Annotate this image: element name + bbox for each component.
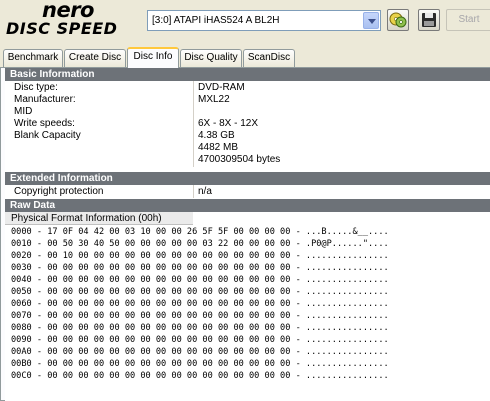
discs-icon	[389, 12, 407, 28]
hex-dump-line: 0050 - 00 00 00 00 00 00 00 00 00 00 00 …	[11, 287, 389, 297]
info-value: 4700309504 bytes	[198, 154, 281, 165]
hex-dump-line: 0030 - 00 00 00 00 00 00 00 00 00 00 00 …	[11, 263, 389, 273]
info-row: Blank Capacity 4.38 GB	[5, 130, 490, 142]
info-key: Blank Capacity	[14, 130, 81, 141]
info-row: Manufacturer: MXL22	[5, 94, 490, 106]
tab-disc-info[interactable]: Disc Info	[127, 47, 179, 68]
start-button[interactable]: Start	[446, 9, 490, 31]
hex-dump-line: 0060 - 00 00 00 00 00 00 00 00 00 00 00 …	[11, 299, 389, 309]
toolbar: nero DISC SPEED [3:0] ATAPI iHAS524 A BL…	[0, 0, 490, 42]
hex-dump-line: 0020 - 00 10 00 00 00 00 00 00 00 00 00 …	[11, 251, 389, 261]
disc-info-grid: Basic Information Disc type: DVD-RAM Man…	[5, 68, 490, 401]
drive-select-value: [3:0] ATAPI iHAS524 A BL2H	[152, 15, 280, 26]
info-row: Disc type: DVD-RAM	[5, 82, 490, 94]
info-key: Manufacturer:	[14, 94, 76, 105]
info-row: Write speeds: 6X - 8X - 12X	[5, 118, 490, 130]
chevron-down-icon[interactable]	[363, 12, 379, 29]
hex-dump-line: 0080 - 00 00 00 00 00 00 00 00 00 00 00 …	[11, 323, 389, 333]
hex-dump-line: 0090 - 00 00 00 00 00 00 00 00 00 00 00 …	[11, 335, 389, 345]
drive-select[interactable]: [3:0] ATAPI iHAS524 A BL2H	[147, 10, 381, 31]
hex-dump-line: 0010 - 00 50 30 40 50 00 00 00 00 00 03 …	[11, 239, 389, 249]
info-value: DVD-RAM	[198, 82, 245, 93]
hex-dump-line: 00A0 - 00 00 00 00 00 00 00 00 00 00 00 …	[11, 347, 389, 357]
info-value: n/a	[198, 186, 212, 197]
floppy-disk-icon	[422, 13, 436, 27]
hex-dump-line: 0000 - 17 0F 04 42 00 03 10 00 00 26 5F …	[11, 227, 389, 237]
info-row: 4700309504 bytes	[5, 154, 490, 166]
info-value: 4.38 GB	[198, 130, 235, 141]
basic-info-header: Basic Information	[5, 68, 490, 81]
tab-create-disc[interactable]: Create Disc	[64, 49, 126, 67]
info-row: MID	[5, 106, 490, 118]
nero-discspeed-logo: nero DISC SPEED	[4, 0, 132, 41]
info-key: Write speeds:	[14, 118, 75, 129]
hex-dump-line: 00B0 - 00 00 00 00 00 00 00 00 00 00 00 …	[11, 359, 389, 369]
info-row: Copyright protection n/a	[5, 186, 490, 198]
tab-bar: Benchmark Create Disc Disc Info Disc Qua…	[0, 47, 490, 68]
extended-info-header: Extended Information	[5, 172, 490, 185]
info-row: 4482 MB	[5, 142, 490, 154]
tab-scandisc[interactable]: ScanDisc	[243, 49, 295, 67]
info-value: MXL22	[198, 94, 230, 105]
raw-data-subheader: Physical Format Information (00h)	[5, 212, 193, 225]
info-value: 4482 MB	[198, 142, 239, 153]
tab-disc-quality[interactable]: Disc Quality	[180, 49, 242, 67]
hex-dump-line: 0070 - 00 00 00 00 00 00 00 00 00 00 00 …	[11, 311, 389, 321]
raw-data-header: Raw Data	[5, 199, 490, 212]
hex-dump-line: 00C0 - 00 00 00 00 00 00 00 00 00 00 00 …	[11, 371, 389, 381]
info-key: Copyright protection	[14, 186, 104, 197]
hex-dump-line: 0040 - 00 00 00 00 00 00 00 00 00 00 00 …	[11, 275, 389, 285]
info-value: 6X - 8X - 12X	[198, 118, 259, 129]
logo-bottom-text: DISC SPEED	[6, 19, 118, 38]
save-button[interactable]	[418, 9, 440, 31]
tab-benchmark[interactable]: Benchmark	[3, 49, 63, 67]
info-key: Disc type:	[14, 82, 58, 93]
eject-discs-button[interactable]	[387, 9, 409, 31]
info-key: MID	[14, 106, 33, 117]
